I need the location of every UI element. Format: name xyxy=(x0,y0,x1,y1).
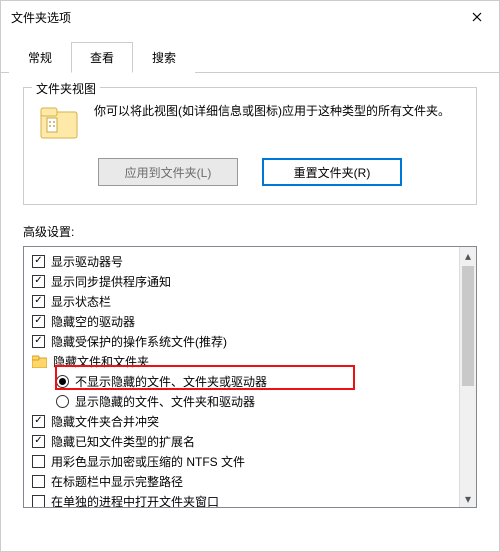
list-item[interactable]: 用彩色显示加密或压缩的 NTFS 文件 xyxy=(26,451,474,471)
checkbox-icon[interactable] xyxy=(32,415,45,428)
tab-content: 文件夹视图 你可以将此视图(如详细信息或图标)应用于这种类型的所有文件夹。 应用… xyxy=(1,73,499,508)
radio-icon[interactable] xyxy=(56,395,69,408)
list-item[interactable]: 在标题栏中显示完整路径 xyxy=(26,471,474,491)
window-title: 文件夹选项 xyxy=(11,9,71,26)
tabs: 常规 查看 搜索 xyxy=(1,33,499,73)
advanced-label: 高级设置: xyxy=(23,223,477,240)
scrollbar[interactable]: ▴ ▾ xyxy=(459,247,476,507)
group-title: 文件夹视图 xyxy=(32,80,100,97)
scroll-down-icon[interactable]: ▾ xyxy=(460,490,476,507)
list-item[interactable]: 隐藏文件夹合并冲突 xyxy=(26,411,474,431)
list-item-radio[interactable]: 不显示隐藏的文件、文件夹或驱动器 xyxy=(26,371,474,391)
checkbox-icon[interactable] xyxy=(32,495,45,508)
list-item[interactable]: 隐藏已知文件类型的扩展名 xyxy=(26,431,474,451)
list-item[interactable]: 显示驱动器号 xyxy=(26,251,474,271)
list-item[interactable]: 显示同步提供程序通知 xyxy=(26,271,474,291)
checkbox-icon[interactable] xyxy=(32,275,45,288)
checkbox-icon[interactable] xyxy=(32,255,45,268)
titlebar: 文件夹选项 xyxy=(1,1,499,33)
list-group-header[interactable]: 隐藏文件和文件夹 xyxy=(26,351,474,371)
list-item[interactable]: 显示状态栏 xyxy=(26,291,474,311)
checkbox-icon[interactable] xyxy=(32,435,45,448)
folder-icon xyxy=(32,355,47,368)
group-text: 你可以将此视图(如详细信息或图标)应用于这种类型的所有文件夹。 xyxy=(94,102,462,144)
checkbox-icon[interactable] xyxy=(32,315,45,328)
checkbox-icon[interactable] xyxy=(32,335,45,348)
list-item[interactable]: 隐藏空的驱动器 xyxy=(26,311,474,331)
advanced-settings-list[interactable]: 显示驱动器号 显示同步提供程序通知 显示状态栏 隐藏空的驱动器 隐藏受保护的操作… xyxy=(23,246,477,508)
close-button[interactable] xyxy=(454,1,499,33)
scroll-thumb[interactable] xyxy=(462,266,474,386)
tab-view[interactable]: 查看 xyxy=(71,42,133,73)
checkbox-icon[interactable] xyxy=(32,295,45,308)
reset-folders-button[interactable]: 重置文件夹(R) xyxy=(262,158,402,186)
close-icon xyxy=(472,12,482,22)
list-item-radio[interactable]: 显示隐藏的文件、文件夹和驱动器 xyxy=(26,391,474,411)
radio-icon[interactable] xyxy=(56,375,69,388)
folder-view-group: 文件夹视图 你可以将此视图(如详细信息或图标)应用于这种类型的所有文件夹。 应用… xyxy=(23,87,477,205)
apply-to-folders-button[interactable]: 应用到文件夹(L) xyxy=(98,158,238,186)
list-item[interactable]: 隐藏受保护的操作系统文件(推荐) xyxy=(26,331,474,351)
tab-search[interactable]: 搜索 xyxy=(133,42,195,73)
folder-icon xyxy=(38,102,80,144)
tab-general[interactable]: 常规 xyxy=(9,42,71,73)
scroll-up-icon[interactable]: ▴ xyxy=(460,247,476,264)
list-item[interactable]: 在单独的进程中打开文件夹窗口 xyxy=(26,491,474,508)
checkbox-icon[interactable] xyxy=(32,475,45,488)
checkbox-icon[interactable] xyxy=(32,455,45,468)
